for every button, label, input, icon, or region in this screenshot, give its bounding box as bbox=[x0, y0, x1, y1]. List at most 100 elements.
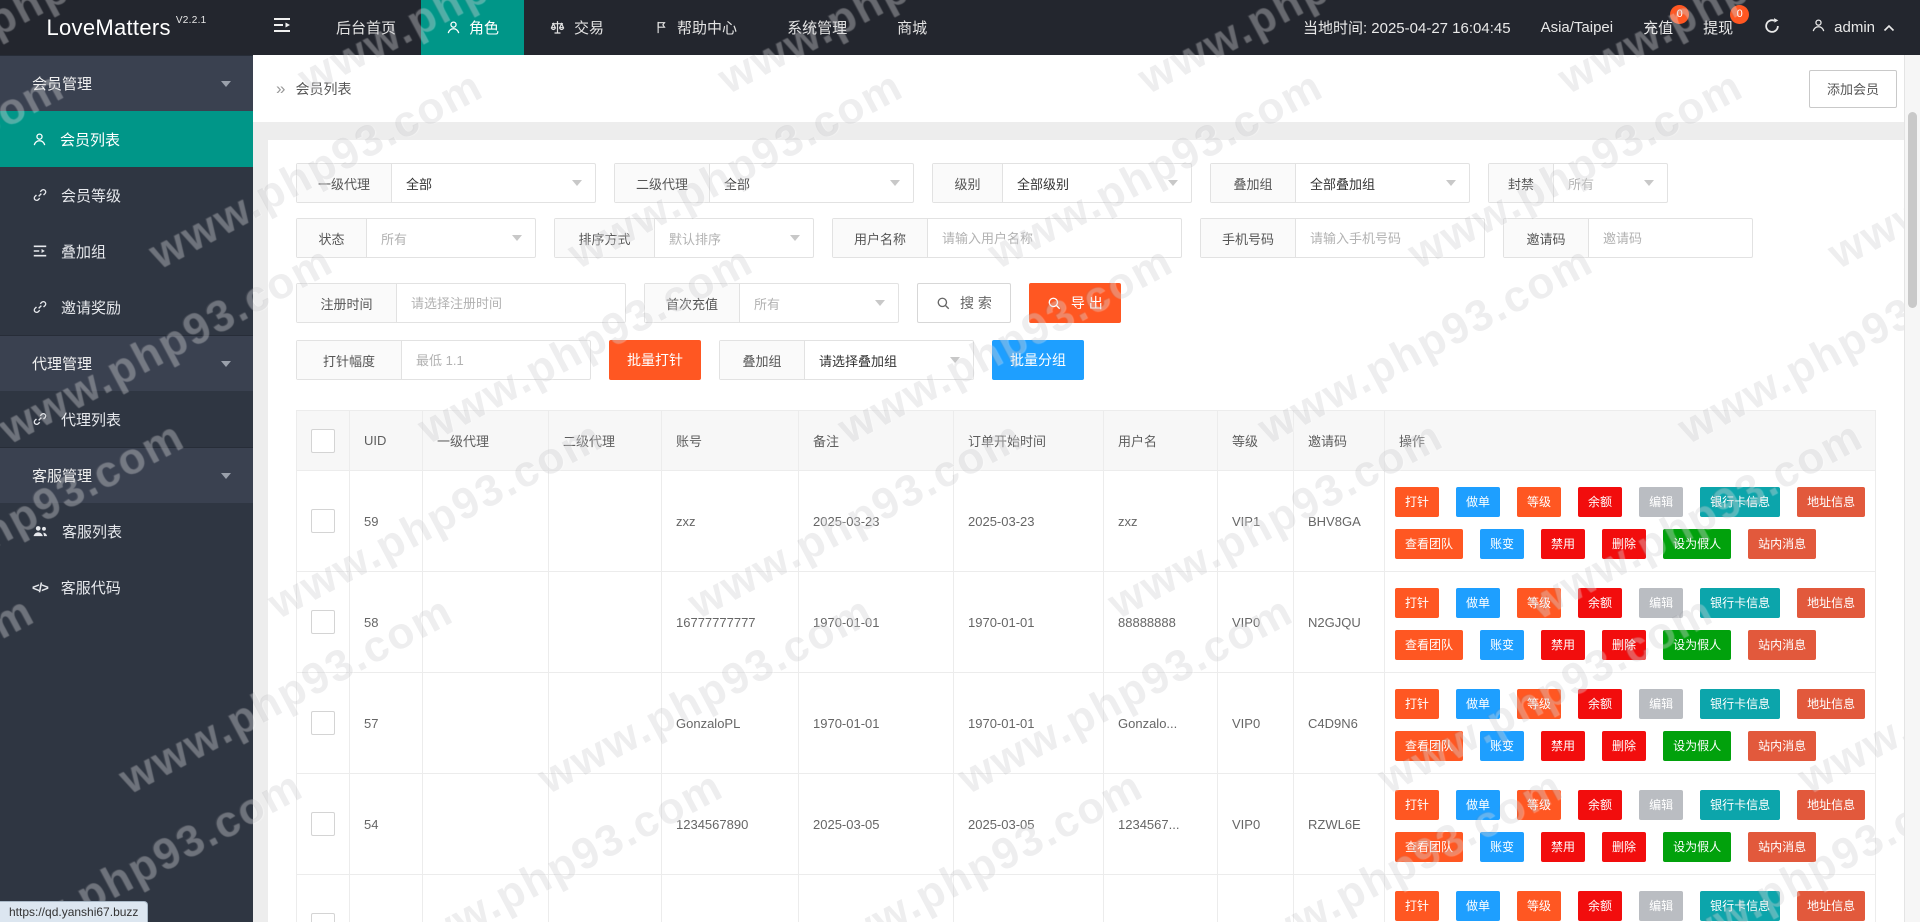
site-message-button[interactable]: 站内消息 bbox=[1748, 529, 1817, 559]
disable-button[interactable]: 禁用 bbox=[1541, 630, 1586, 660]
edit-button[interactable]: 编辑 bbox=[1639, 689, 1684, 719]
sidebar-group-agent-management[interactable]: 代理管理 bbox=[0, 335, 253, 391]
level-button[interactable]: 等级 bbox=[1517, 487, 1562, 517]
filter-phone-input[interactable] bbox=[1296, 219, 1484, 257]
address-button[interactable]: 地址信息 bbox=[1797, 487, 1866, 517]
sidebar-item-overlay-group[interactable]: 叠加组 bbox=[0, 223, 253, 279]
batch-group-button[interactable]: 批量分组 bbox=[992, 340, 1084, 380]
account-change-button[interactable]: 账变 bbox=[1480, 731, 1525, 761]
balance-button[interactable]: 余额 bbox=[1578, 689, 1623, 719]
site-message-button[interactable]: 站内消息 bbox=[1748, 630, 1817, 660]
balance-button[interactable]: 余额 bbox=[1578, 790, 1623, 820]
filter-username-input[interactable] bbox=[928, 219, 1181, 257]
filter-ban-select[interactable]: 所有 bbox=[1554, 164, 1667, 202]
bank-card-button[interactable]: 银行卡信息 bbox=[1700, 689, 1781, 719]
make-order-button[interactable]: 做单 bbox=[1456, 689, 1501, 719]
balance-button[interactable]: 余额 bbox=[1578, 891, 1623, 921]
inject-button[interactable]: 打针 bbox=[1395, 487, 1440, 517]
balance-button[interactable]: 余额 bbox=[1578, 487, 1623, 517]
view-team-button[interactable]: 查看团队 bbox=[1395, 731, 1464, 761]
address-button[interactable]: 地址信息 bbox=[1797, 891, 1866, 921]
filter-invite-code-input[interactable] bbox=[1589, 219, 1752, 257]
inject-button[interactable]: 打针 bbox=[1395, 891, 1440, 921]
account-change-button[interactable]: 账变 bbox=[1480, 529, 1525, 559]
row-checkbox[interactable] bbox=[311, 913, 335, 922]
edit-button[interactable]: 编辑 bbox=[1639, 790, 1684, 820]
inject-button[interactable]: 打针 bbox=[1395, 588, 1440, 618]
edit-button[interactable]: 编辑 bbox=[1639, 588, 1684, 618]
inject-button[interactable]: 打针 bbox=[1395, 689, 1440, 719]
edit-button[interactable]: 编辑 bbox=[1639, 487, 1684, 517]
account-change-button[interactable]: 账变 bbox=[1480, 630, 1525, 660]
batch-inject-button[interactable]: 批量打针 bbox=[609, 340, 701, 380]
row-checkbox[interactable] bbox=[311, 812, 335, 836]
row-checkbox[interactable] bbox=[311, 509, 335, 533]
sidebar-group-member-management[interactable]: 会员管理 bbox=[0, 55, 253, 111]
address-button[interactable]: 地址信息 bbox=[1797, 689, 1866, 719]
sidebar-item-agent-list[interactable]: 代理列表 bbox=[0, 391, 253, 447]
set-fake-button[interactable]: 设为假人 bbox=[1663, 832, 1732, 862]
account-change-button[interactable]: 账变 bbox=[1480, 832, 1525, 862]
sidebar-collapse-button[interactable] bbox=[253, 0, 311, 55]
sidebar-item-member-level[interactable]: 会员等级 bbox=[0, 167, 253, 223]
nav-trade[interactable]: 交易 bbox=[524, 0, 629, 55]
bank-card-button[interactable]: 银行卡信息 bbox=[1700, 790, 1781, 820]
balance-button[interactable]: 余额 bbox=[1578, 588, 1623, 618]
edit-button[interactable]: 编辑 bbox=[1639, 891, 1684, 921]
filter-second-agent-select[interactable]: 全部 bbox=[710, 164, 913, 202]
filter-sort-select[interactable]: 默认排序 bbox=[655, 219, 813, 257]
row-checkbox[interactable] bbox=[311, 610, 335, 634]
delete-button[interactable]: 删除 bbox=[1602, 731, 1647, 761]
filter-overlay-group-select[interactable]: 全部叠加组 bbox=[1296, 164, 1469, 202]
site-message-button[interactable]: 站内消息 bbox=[1748, 832, 1817, 862]
filter-level-select[interactable]: 全部级别 bbox=[1003, 164, 1191, 202]
bank-card-button[interactable]: 银行卡信息 bbox=[1700, 891, 1781, 921]
sidebar-item-member-list[interactable]: 会员列表 bbox=[0, 111, 253, 167]
nav-dashboard[interactable]: 后台首页 bbox=[311, 0, 421, 55]
set-fake-button[interactable]: 设为假人 bbox=[1663, 731, 1732, 761]
vertical-scrollbar[interactable] bbox=[1904, 55, 1920, 922]
timezone-select[interactable]: Asia/Taipei bbox=[1541, 19, 1614, 36]
sidebar-item-service-list[interactable]: 客服列表 bbox=[0, 503, 253, 559]
make-order-button[interactable]: 做单 bbox=[1456, 588, 1501, 618]
scrollbar-thumb[interactable] bbox=[1908, 112, 1917, 308]
filter-first-recharge-select[interactable]: 所有 bbox=[740, 284, 898, 322]
make-order-button[interactable]: 做单 bbox=[1456, 487, 1501, 517]
level-button[interactable]: 等级 bbox=[1517, 689, 1562, 719]
address-button[interactable]: 地址信息 bbox=[1797, 790, 1866, 820]
withdraw-link[interactable]: 提现 0 bbox=[1703, 5, 1750, 38]
filter-inject-range-input[interactable] bbox=[402, 341, 590, 379]
level-button[interactable]: 等级 bbox=[1517, 891, 1562, 921]
inject-button[interactable]: 打针 bbox=[1395, 790, 1440, 820]
make-order-button[interactable]: 做单 bbox=[1456, 891, 1501, 921]
nav-help-center[interactable]: 帮助中心 bbox=[629, 0, 762, 55]
view-team-button[interactable]: 查看团队 bbox=[1395, 832, 1464, 862]
disable-button[interactable]: 禁用 bbox=[1541, 832, 1586, 862]
bank-card-button[interactable]: 银行卡信息 bbox=[1700, 487, 1781, 517]
delete-button[interactable]: 删除 bbox=[1602, 529, 1647, 559]
sidebar-item-invite-reward[interactable]: 邀请奖励 bbox=[0, 279, 253, 335]
sidebar-item-service-code[interactable]: </> 客服代码 bbox=[0, 559, 253, 615]
set-fake-button[interactable]: 设为假人 bbox=[1663, 630, 1732, 660]
bank-card-button[interactable]: 银行卡信息 bbox=[1700, 588, 1781, 618]
delete-button[interactable]: 删除 bbox=[1602, 832, 1647, 862]
disable-button[interactable]: 禁用 bbox=[1541, 731, 1586, 761]
search-button[interactable]: 搜 索 bbox=[917, 283, 1011, 323]
delete-button[interactable]: 删除 bbox=[1602, 630, 1647, 660]
export-button[interactable]: 导 出 bbox=[1028, 283, 1121, 323]
sidebar-group-service-management[interactable]: 客服管理 bbox=[0, 447, 253, 503]
recharge-link[interactable]: 充值 0 bbox=[1643, 5, 1690, 38]
view-team-button[interactable]: 查看团队 bbox=[1395, 529, 1464, 559]
nav-mall[interactable]: 商城 bbox=[872, 0, 952, 55]
add-member-button[interactable]: 添加会员 bbox=[1808, 69, 1897, 108]
make-order-button[interactable]: 做单 bbox=[1456, 790, 1501, 820]
level-button[interactable]: 等级 bbox=[1517, 790, 1562, 820]
nav-system[interactable]: 系统管理 bbox=[762, 0, 872, 55]
site-message-button[interactable]: 站内消息 bbox=[1748, 731, 1817, 761]
level-button[interactable]: 等级 bbox=[1517, 588, 1562, 618]
address-button[interactable]: 地址信息 bbox=[1797, 588, 1866, 618]
disable-button[interactable]: 禁用 bbox=[1541, 529, 1586, 559]
filter-first-agent-select[interactable]: 全部 bbox=[392, 164, 595, 202]
refresh-button[interactable] bbox=[1763, 17, 1781, 39]
filter-batch-overlay-group-select[interactable]: 请选择叠加组 bbox=[805, 341, 973, 379]
